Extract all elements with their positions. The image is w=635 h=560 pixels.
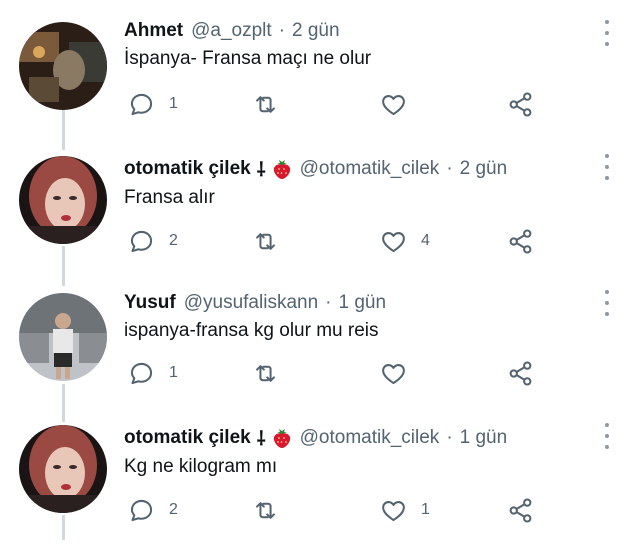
like-count: 1 (421, 501, 430, 518)
author-name[interactable]: Ahmet (124, 20, 183, 42)
reply-button[interactable]: 1 (128, 358, 178, 388)
author-handle[interactable]: @yusufaliskann (184, 292, 318, 314)
share-button[interactable] (507, 226, 534, 256)
more-icon[interactable] (604, 423, 610, 449)
author-name[interactable]: otomatik çilek (124, 158, 251, 180)
like-count: 4 (421, 232, 430, 249)
more-icon[interactable] (604, 154, 610, 180)
separator: · (278, 20, 286, 41)
tweet[interactable]: Ahmet @a_ozplt · 2 gün İspanya- Fransa m… (0, 18, 635, 153)
timestamp[interactable]: 2 gün (292, 20, 340, 42)
author-handle[interactable]: @a_ozplt (191, 20, 272, 42)
reply-count: 2 (169, 232, 178, 249)
reply-count: 2 (169, 501, 178, 518)
badge: ⸸ (256, 160, 266, 181)
strawberry-icon (272, 158, 292, 180)
retweet-button[interactable] (252, 358, 293, 388)
like-button[interactable] (380, 358, 421, 388)
author-name[interactable]: Yusuf (124, 292, 176, 314)
avatar[interactable] (19, 156, 107, 244)
action-bar: 2 1 (124, 495, 544, 525)
retweet-icon (256, 364, 275, 382)
more-icon[interactable] (604, 20, 610, 46)
like-button[interactable]: 1 (380, 495, 430, 525)
share-icon (509, 91, 532, 117)
avatar[interactable] (19, 22, 107, 110)
author-name[interactable]: otomatik çilek (124, 427, 251, 449)
avatar[interactable] (19, 293, 107, 381)
author-handle[interactable]: @otomatik_cilek (300, 427, 440, 449)
author-handle[interactable]: @otomatik_cilek (300, 158, 440, 180)
reply-button[interactable]: 2 (128, 226, 178, 256)
tweet-text: ispanya-fransa kg olur mu reis (124, 320, 379, 341)
heart-icon (382, 363, 405, 384)
share-icon (509, 228, 532, 254)
action-bar: 1 (124, 358, 544, 388)
tweet-text: Kg ne kilogram mı (124, 456, 278, 477)
like-button[interactable]: 4 (380, 226, 430, 256)
retweet-button[interactable] (252, 89, 293, 119)
more-icon[interactable] (604, 290, 610, 316)
retweet-icon (256, 501, 275, 519)
retweet-icon (256, 95, 275, 113)
like-button[interactable] (380, 89, 421, 119)
reply-count: 1 (169, 95, 178, 112)
reply-button[interactable]: 1 (128, 89, 178, 119)
timestamp[interactable]: 1 gün (460, 427, 508, 449)
share-button[interactable] (507, 358, 534, 388)
reply-icon (130, 230, 153, 252)
timestamp[interactable]: 1 gün (338, 292, 386, 314)
reply-count: 1 (169, 364, 178, 381)
tweet[interactable]: otomatik çilek ⸸ @otomatik_cilek · 2 gün… (0, 154, 635, 291)
strawberry-icon (272, 427, 292, 449)
reply-icon (130, 499, 153, 521)
timestamp[interactable]: 2 gün (460, 158, 508, 180)
tweet-text: Fransa alır (124, 187, 215, 208)
retweet-icon (256, 232, 275, 250)
separator: · (325, 292, 332, 313)
reply-icon (130, 93, 153, 115)
separator: · (446, 158, 453, 179)
separator: · (446, 427, 453, 448)
share-button[interactable] (507, 495, 534, 525)
reply-button[interactable]: 2 (128, 495, 178, 525)
share-icon (509, 360, 532, 386)
tweet[interactable]: Yusuf @yusufaliskann · 1 gün ispanya-fra… (0, 290, 635, 425)
heart-icon (382, 231, 405, 252)
share-icon (509, 497, 532, 523)
badge: ⸸ (256, 429, 266, 450)
action-bar: 1 (124, 89, 544, 119)
retweet-button[interactable] (252, 495, 293, 525)
reply-icon (130, 362, 153, 384)
avatar[interactable] (19, 425, 107, 513)
share-button[interactable] (507, 89, 534, 119)
retweet-button[interactable] (252, 226, 293, 256)
tweet-text: İspanya- Fransa maçı ne olur (124, 48, 372, 69)
heart-icon (382, 94, 405, 115)
heart-icon (382, 500, 405, 521)
action-bar: 2 4 (124, 226, 544, 256)
